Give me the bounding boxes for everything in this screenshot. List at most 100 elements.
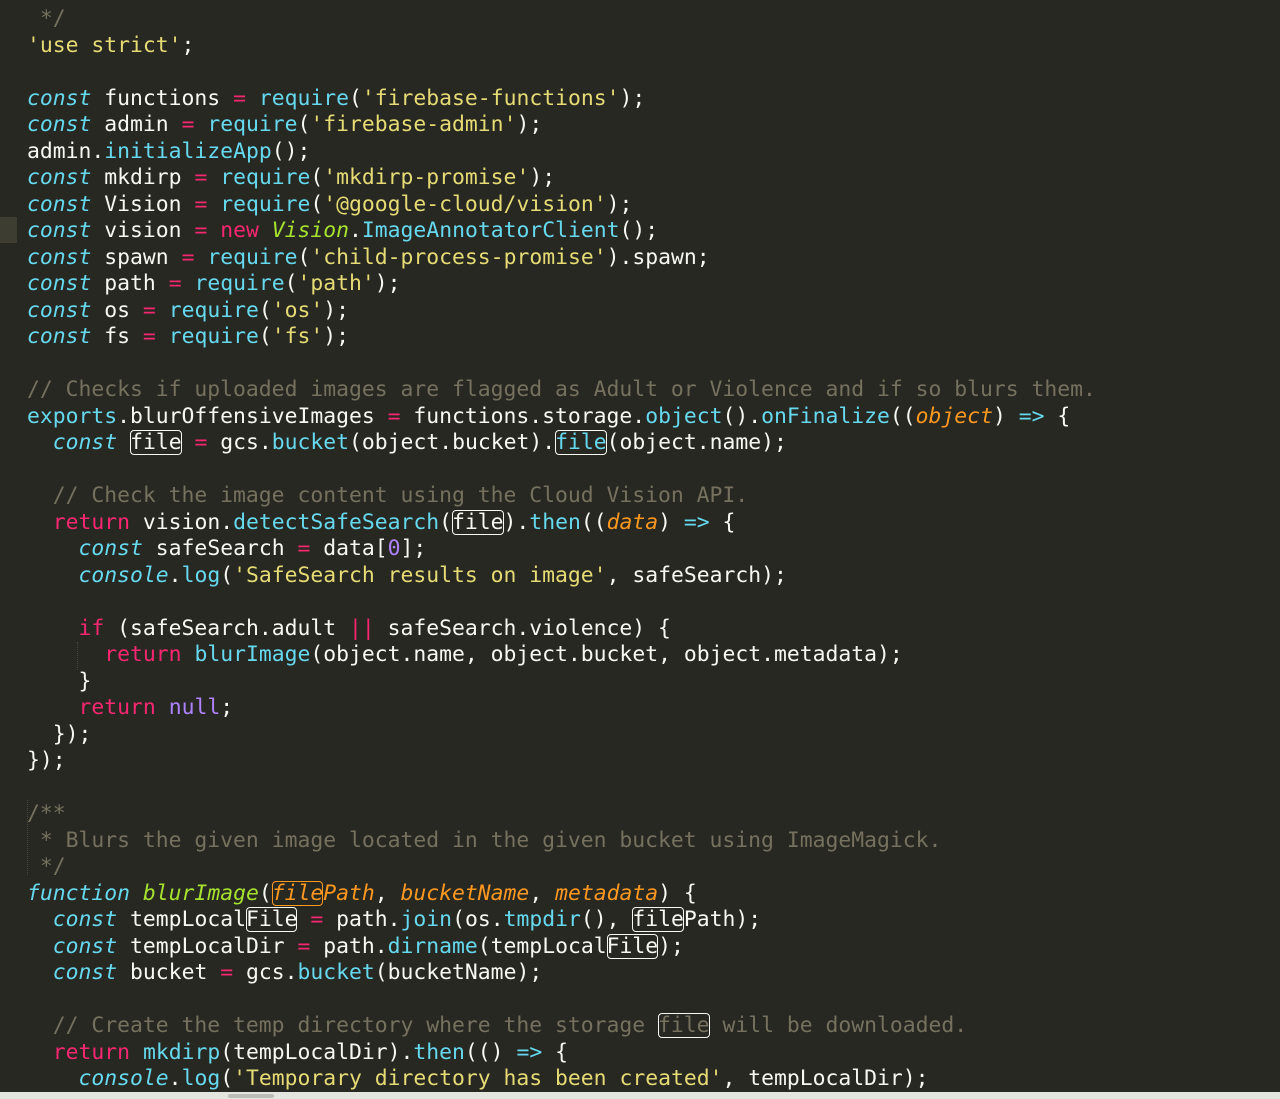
code-line[interactable]: admin.initializeApp();	[27, 139, 1096, 166]
code-token: (	[439, 509, 453, 535]
code-line[interactable]: return null;	[27, 695, 1096, 722]
code-token: (	[220, 1066, 234, 1091]
code-token: ,	[374, 880, 401, 906]
code-line[interactable]	[27, 987, 1096, 1014]
code-line[interactable]: return vision.detectSafeSearch(file).the…	[27, 509, 1096, 537]
code-token: (object.name);	[606, 430, 787, 455]
code-line[interactable]: const bucket = gcs.bucket(bucketName);	[27, 960, 1096, 987]
horizontal-scrollbar[interactable]	[0, 1092, 1280, 1099]
code-token: Vision	[91, 191, 195, 217]
code-token: if	[78, 615, 105, 641]
code-token: 'use strict'	[27, 32, 182, 58]
code-line[interactable]: exports.blurOffensiveImages = functions.…	[27, 404, 1096, 431]
code-token: =	[297, 933, 311, 959]
code-token: require	[258, 85, 350, 111]
code-token: const	[27, 191, 92, 217]
code-token: ;	[220, 695, 234, 720]
code-token: then	[529, 509, 581, 535]
code-token: file	[452, 509, 504, 535]
code-token: blurImage	[142, 880, 259, 906]
code-token: functions.storage.	[400, 403, 646, 429]
code-token: file	[271, 880, 324, 906]
code-line[interactable]: const safeSearch = data[0];	[27, 536, 1096, 563]
code-token: const	[27, 324, 92, 349]
code-token: /**	[27, 801, 66, 826]
code-line[interactable]: function blurImage(filePath, bucketName,…	[27, 880, 1096, 908]
code-line[interactable]	[27, 351, 1096, 378]
code-line[interactable]: */	[27, 6, 1096, 33]
code-line[interactable]: const Vision = require('@google-cloud/vi…	[27, 192, 1096, 219]
code-token: }	[27, 668, 92, 694]
code-line[interactable]: }	[27, 669, 1096, 696]
code-line[interactable]: const os = require('os');	[27, 298, 1096, 325]
code-line[interactable]: const tempLocalDir = path.dirname(tempLo…	[27, 933, 1096, 961]
code-line[interactable]: const path = require('path');	[27, 271, 1096, 298]
code-line[interactable]: // Checks if uploaded images are flagged…	[27, 377, 1096, 404]
code-line[interactable]: const vision = new Vision.ImageAnnotator…	[27, 218, 1096, 245]
code-token: ||	[348, 615, 375, 641]
code-line[interactable]: */	[27, 854, 1096, 881]
code-line[interactable]: });	[27, 748, 1096, 775]
code-token: ImageAnnotatorClient	[361, 218, 620, 243]
code-line[interactable]: const file = gcs.bucket(object.bucket).f…	[27, 430, 1096, 457]
code-token: mkdirp	[91, 165, 195, 190]
code-token: const	[27, 271, 92, 296]
code-line[interactable]: console.log('SafeSearch results on image…	[27, 563, 1096, 590]
code-token: ;	[181, 32, 195, 58]
code-line[interactable]: return blurImage(object.name, object.buc…	[27, 642, 1096, 669]
code-token: (),	[580, 907, 633, 932]
code-token: const	[27, 85, 92, 111]
code-token: .	[168, 1066, 182, 1091]
code-line[interactable]: // Check the image content using the Clo…	[27, 483, 1096, 510]
code-token: onFinalize	[761, 403, 890, 429]
code-token: object	[645, 403, 723, 429]
code-line[interactable]: const fs = require('fs');	[27, 324, 1096, 351]
code-line[interactable]: console.log('Temporary directory has bee…	[27, 1066, 1096, 1093]
code-editor[interactable]: */'use strict'; const functions = requir…	[0, 0, 1280, 1099]
code-line[interactable]: /**	[27, 801, 1096, 828]
code-token: console	[78, 562, 169, 588]
code-token: path	[91, 271, 169, 296]
code-token: );	[516, 112, 543, 137]
code-line[interactable]: * Blurs the given image located in the g…	[27, 828, 1096, 855]
code-token: (tempLocalDir).	[220, 1039, 414, 1065]
code-token: const	[78, 536, 143, 561]
code-line[interactable]: if (safeSearch.adult || safeSearch.viole…	[27, 616, 1096, 643]
code-token: gcs.	[207, 430, 272, 455]
code-line[interactable]	[27, 457, 1096, 484]
code-line[interactable]: const admin = require('firebase-admin');	[27, 112, 1096, 139]
code-token: const	[27, 297, 92, 323]
code-token: will be downloaded.	[709, 1013, 968, 1038]
code-token: */	[27, 854, 66, 879]
code-token: });	[27, 748, 66, 773]
code-token: 'fs'	[271, 324, 324, 349]
code-line[interactable]: return mkdirp(tempLocalDir).then(() => {	[27, 1040, 1096, 1067]
code-token: (safeSearch.adult	[104, 615, 349, 641]
code-token: bucket	[117, 960, 221, 985]
code-token: ,	[529, 880, 556, 906]
code-line[interactable]: const spawn = require('child-process-pro…	[27, 245, 1096, 272]
code-line[interactable]	[27, 589, 1096, 616]
code-token: Path);	[683, 907, 762, 932]
code-text-area[interactable]: */'use strict'; const functions = requir…	[27, 6, 1096, 1093]
code-line[interactable]	[27, 775, 1096, 802]
code-line[interactable]: });	[27, 722, 1096, 749]
code-line[interactable]: const mkdirp = require('mkdirp-promise')…	[27, 165, 1096, 192]
code-token: (	[284, 271, 298, 296]
code-line[interactable]: const functions = require('firebase-func…	[27, 86, 1096, 113]
code-line[interactable]	[27, 59, 1096, 86]
code-token: (os.	[452, 907, 504, 932]
code-line[interactable]: 'use strict';	[27, 33, 1096, 60]
scrollbar-thumb[interactable]	[228, 1094, 274, 1098]
code-line[interactable]: const tempLocalFile = path.join(os.tmpdi…	[27, 907, 1096, 934]
code-token: return	[52, 1039, 131, 1065]
code-line[interactable]: // Create the temp directory where the s…	[27, 1013, 1096, 1040]
